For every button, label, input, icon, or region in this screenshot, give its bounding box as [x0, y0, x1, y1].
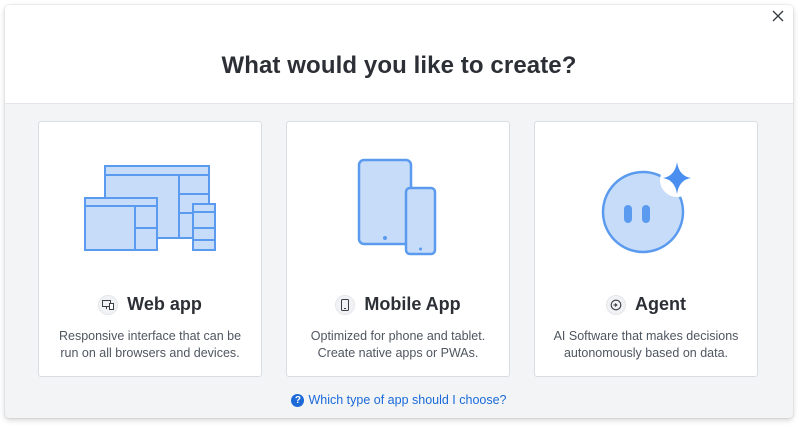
mobile-app-card[interactable]: Mobile App Optimized for phone and table…: [286, 121, 510, 377]
agent-description: AI Software that makes decisions autonom…: [553, 329, 739, 360]
agent-illustration: [601, 162, 694, 254]
question-circle-icon: ?: [291, 393, 305, 407]
mobile-app-label: Mobile App: [364, 294, 461, 314]
smartphone-icon: [335, 294, 356, 315]
web-app-card[interactable]: Web app Responsive interface that can be…: [38, 121, 262, 377]
help-link-text: Which type of app should I choose?: [308, 393, 507, 407]
agent-title-row: Agent: [535, 294, 757, 315]
dialog-title: What would you like to create?: [221, 52, 577, 79]
web-app-title-row: Web app: [39, 294, 261, 315]
mobile-app-description: Optimized for phone and tablet. Create n…: [310, 329, 486, 360]
close-icon: [772, 10, 784, 22]
monitor-phone-icon: [98, 294, 119, 315]
agent-card[interactable]: Agent AI Software that makes decisions a…: [534, 121, 758, 377]
create-app-dialog: What would you like to create? Web app R…: [5, 5, 793, 418]
close-button[interactable]: [768, 6, 788, 26]
web-app-illustration: [84, 165, 216, 251]
mobile-app-illustration: [357, 158, 437, 256]
web-app-label: Web app: [127, 294, 202, 314]
web-app-description: Responsive interface that can be run on …: [58, 329, 242, 360]
agent-icon: [606, 294, 626, 315]
mobile-app-title-row: Mobile App: [287, 294, 509, 315]
help-link[interactable]: ? Which type of app should I choose?: [5, 393, 793, 407]
dialog-header: What would you like to create?: [5, 5, 793, 104]
agent-label: Agent: [635, 294, 686, 314]
